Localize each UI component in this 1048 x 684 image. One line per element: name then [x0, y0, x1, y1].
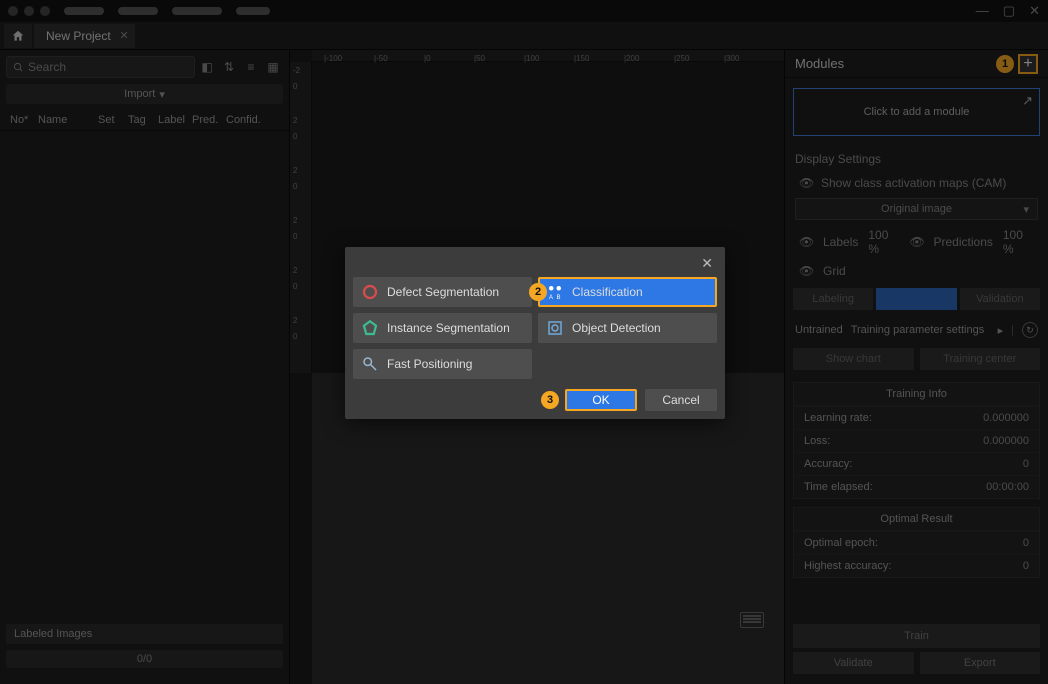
svg-text:B: B [557, 295, 561, 301]
module-picker-dialog: ✕ Defect Segmentation 2 AB Classificatio… [345, 247, 725, 419]
svg-text:A: A [549, 295, 553, 301]
module-object-detection[interactable]: Object Detection [538, 313, 717, 343]
fast-pos-icon [361, 355, 379, 373]
module-instance-segmentation[interactable]: Instance Segmentation [353, 313, 532, 343]
callout-badge-2: 2 [529, 283, 547, 301]
callout-badge-3: 3 [541, 391, 559, 409]
cancel-button[interactable]: Cancel [645, 389, 717, 411]
object-det-icon [546, 319, 564, 337]
dialog-close-icon[interactable]: ✕ [701, 255, 713, 272]
module-fast-positioning[interactable]: Fast Positioning [353, 349, 532, 379]
classification-icon: AB [546, 283, 564, 301]
defect-seg-icon [361, 283, 379, 301]
module-classification[interactable]: 2 AB Classification [538, 277, 717, 307]
module-defect-segmentation[interactable]: Defect Segmentation [353, 277, 532, 307]
instance-seg-icon [361, 319, 379, 337]
ok-button[interactable]: OK [565, 389, 637, 411]
